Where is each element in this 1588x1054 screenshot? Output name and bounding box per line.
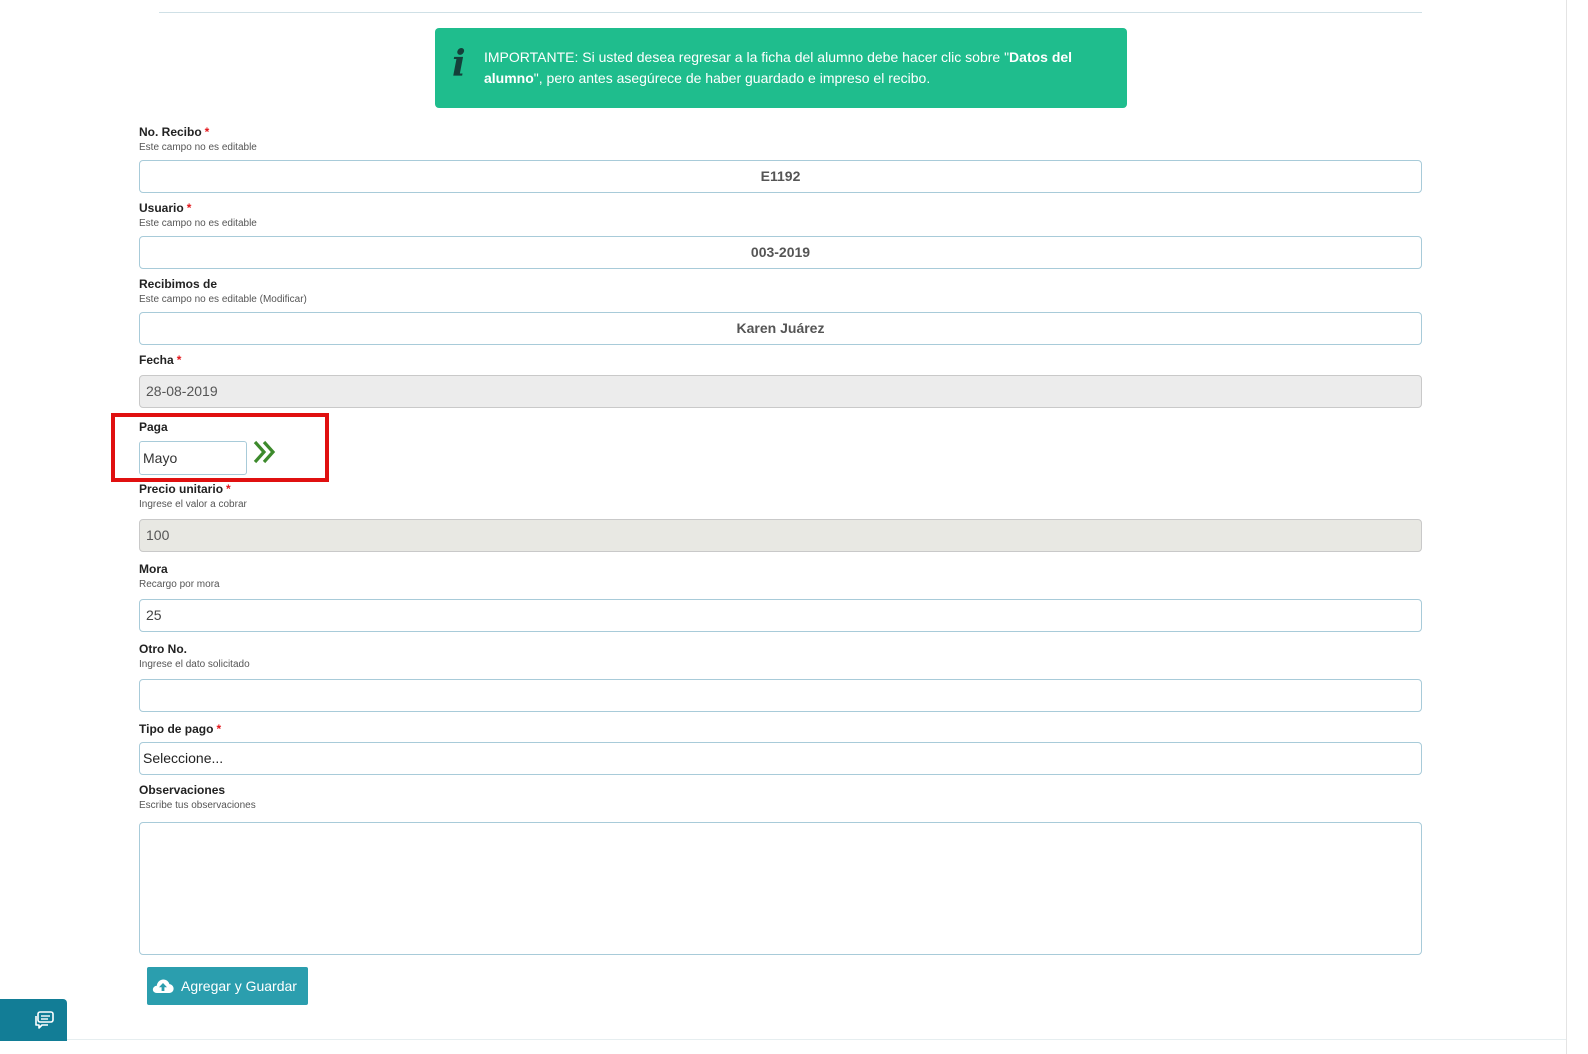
observaciones-textarea[interactable] <box>139 822 1422 955</box>
recibimos-de-label: Recibimos de <box>139 277 218 291</box>
observaciones-help: Escribe tus observaciones <box>139 800 256 811</box>
recibimos-de-field[interactable]: Karen Juárez <box>139 312 1422 345</box>
usuario-field[interactable]: 003-2019 <box>139 236 1422 269</box>
modificar-link[interactable]: (Modificar) <box>260 294 307 305</box>
fecha-field[interactable]: 28-08-2019 <box>139 375 1422 408</box>
tipo-pago-label: Tipo de pago * <box>139 722 222 736</box>
otro-no-label: Otro No. <box>139 642 187 656</box>
required-mark: * <box>204 125 210 139</box>
required-mark: * <box>216 722 222 736</box>
observaciones-label: Observaciones <box>139 783 226 797</box>
alert-text-before: IMPORTANTE: Si usted desea regresar a la… <box>484 49 1010 65</box>
precio-unitario-label: Precio unitario * <box>139 482 231 496</box>
no-recibo-label: No. Recibo * <box>139 125 210 139</box>
alert-message: IMPORTANTE: Si usted desea regresar a la… <box>484 47 1104 89</box>
info-icon: i <box>452 43 466 85</box>
tipo-pago-select[interactable]: Seleccione... <box>139 742 1422 775</box>
required-mark: * <box>186 201 192 215</box>
required-mark: * <box>176 353 182 367</box>
precio-unitario-help: Ingrese el valor a cobrar <box>139 499 247 510</box>
mora-label: Mora <box>139 562 168 576</box>
usuario-label: Usuario * <box>139 201 192 215</box>
top-divider <box>159 12 1422 13</box>
alert-text-after: ", pero antes asegúrece de haber guardad… <box>533 70 931 86</box>
recibimos-de-help: Este campo no es editable (Modificar) <box>139 294 307 305</box>
mora-help: Recargo por mora <box>139 579 220 590</box>
usuario-help: Este campo no es editable <box>139 218 257 229</box>
cloud-upload-icon <box>152 979 174 993</box>
chat-icon <box>35 1011 54 1029</box>
fecha-label: Fecha * <box>139 353 182 367</box>
chat-widget-button[interactable] <box>0 999 67 1041</box>
no-recibo-field[interactable]: E1192 <box>139 160 1422 193</box>
no-recibo-help: Este campo no es editable <box>139 142 257 153</box>
save-button-label: Agregar y Guardar <box>181 978 297 994</box>
mora-field[interactable]: 25 <box>139 599 1422 632</box>
precio-unitario-field[interactable]: 100 <box>139 519 1422 552</box>
page-right-edge <box>1566 0 1567 1054</box>
required-mark: * <box>226 482 231 496</box>
bottom-divider <box>0 1039 1566 1040</box>
otro-no-help: Ingrese el dato solicitado <box>139 659 250 670</box>
otro-no-field[interactable] <box>139 679 1422 712</box>
paga-highlight-box <box>111 413 329 482</box>
save-button[interactable]: Agregar y Guardar <box>147 967 308 1005</box>
